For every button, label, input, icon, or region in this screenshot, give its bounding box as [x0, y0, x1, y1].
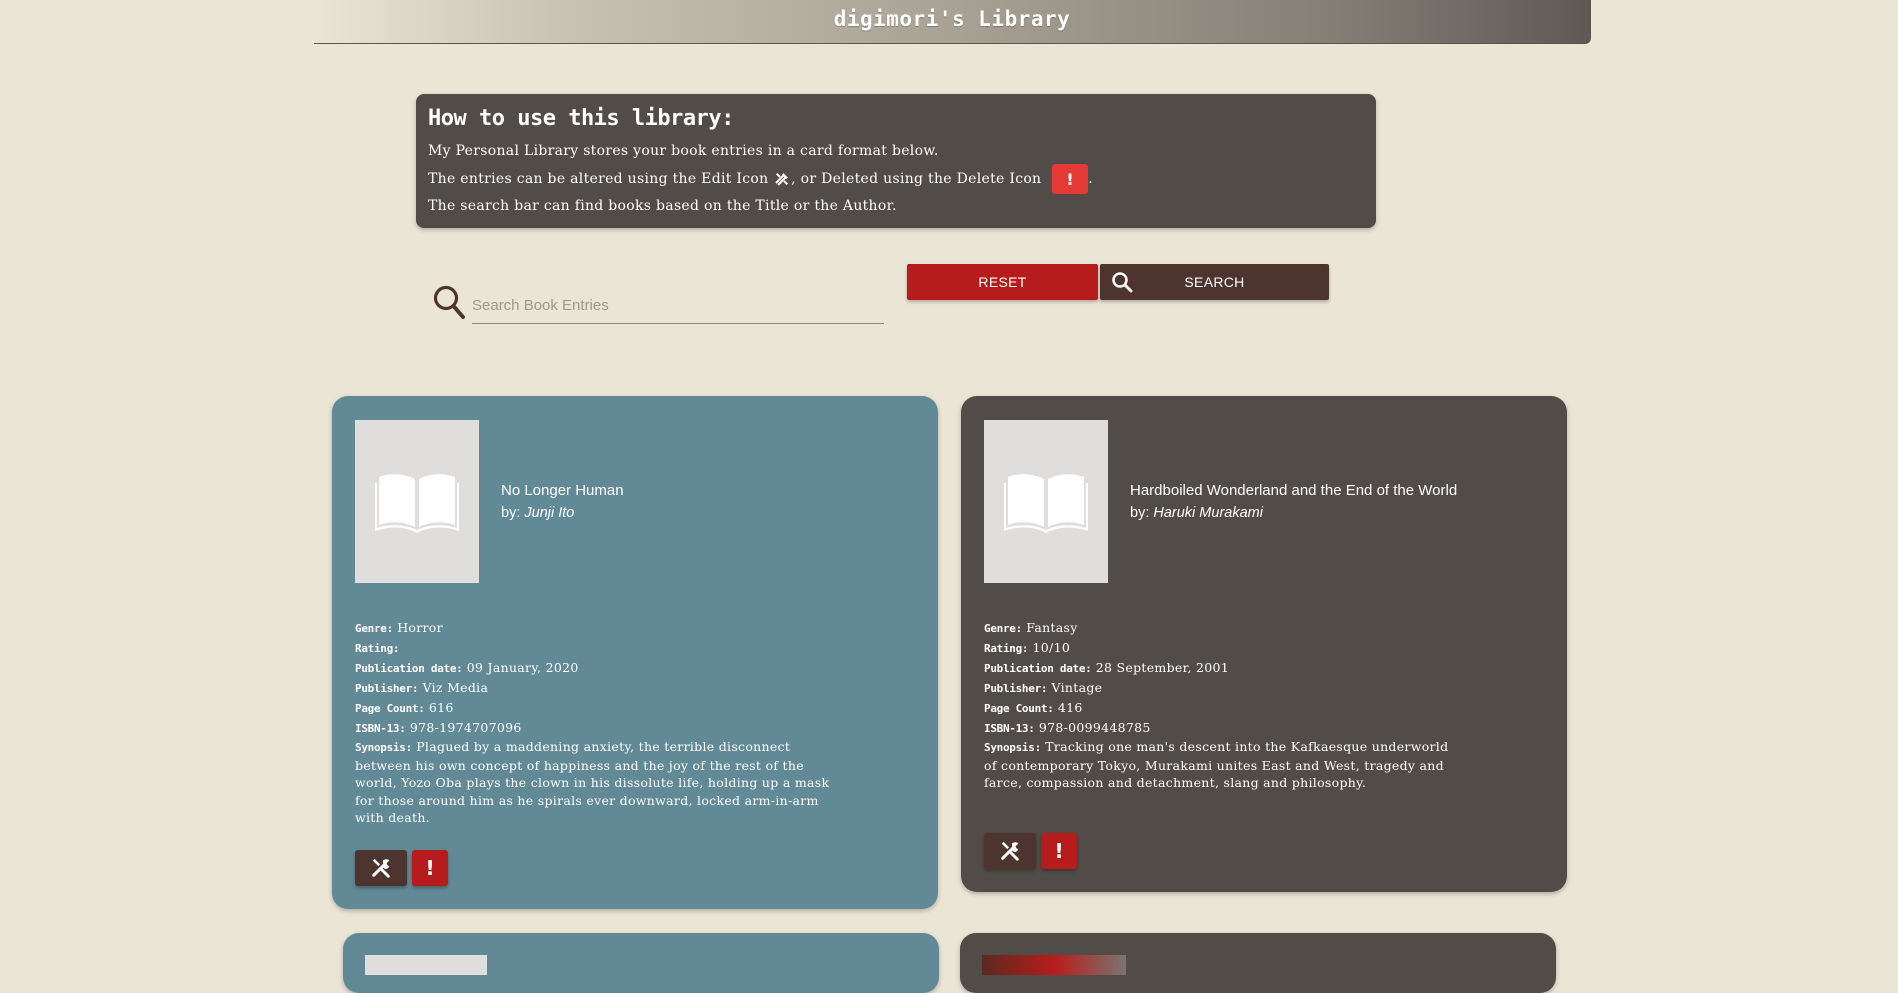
- detail-genre: Genre: Horror: [355, 618, 835, 638]
- detail-value: 09 January, 2020: [466, 660, 579, 675]
- book-details: Genre: Fantasy Rating: 10/10 Publication…: [984, 618, 1464, 792]
- book-cover: [984, 420, 1108, 583]
- exclamation-icon: !: [1054, 839, 1064, 863]
- detail-value: 416: [1057, 700, 1083, 715]
- detail-value: Vintage: [1051, 680, 1103, 695]
- detail-rating: Rating:: [355, 638, 835, 658]
- book-author: by: Haruki Murakami: [1130, 505, 1263, 521]
- detail-label: Synopsis:: [984, 741, 1041, 754]
- instructions-text: .: [1088, 170, 1093, 187]
- detail-pubdate: Publication date: 28 September, 2001: [984, 658, 1464, 678]
- site-title: digimori's Library: [833, 6, 1071, 31]
- detail-value: 28 September, 2001: [1095, 660, 1230, 675]
- search-icon: [1112, 272, 1133, 293]
- site-header: digimori's Library: [314, 0, 1591, 44]
- book-title: Hardboiled Wonderland and the End of the…: [1130, 482, 1458, 499]
- detail-value: Fantasy: [1026, 620, 1078, 635]
- instructions-heading: How to use this library:: [428, 106, 734, 131]
- detail-synopsis: Synopsis: Tracking one man's descent int…: [984, 738, 1464, 792]
- detail-value: 616: [428, 700, 454, 715]
- wrench-screwdriver-icon: [372, 858, 390, 878]
- detail-label: Page Count:: [355, 702, 425, 715]
- edit-button[interactable]: [355, 850, 407, 886]
- search-button-label: SEARCH: [1184, 274, 1245, 290]
- open-book-icon: [375, 473, 459, 533]
- search-bar: [432, 282, 884, 326]
- detail-label: Publication date:: [355, 662, 463, 675]
- book-details: Genre: Horror Rating: Publication date: …: [355, 618, 835, 827]
- book-author: by: Junji Ito: [501, 505, 574, 521]
- detail-label: Rating:: [355, 642, 400, 655]
- book-cover: [365, 955, 487, 975]
- detail-label: ISBN-13:: [355, 722, 406, 735]
- detail-publisher: Publisher: Vintage: [984, 678, 1464, 698]
- delete-icon-sample: !: [1052, 164, 1089, 194]
- detail-genre: Genre: Fantasy: [984, 618, 1464, 638]
- detail-publisher: Publisher: Viz Media: [355, 678, 835, 698]
- detail-pages: Page Count: 616: [355, 698, 835, 718]
- detail-synopsis: Synopsis: Plagued by a maddening anxiety…: [355, 738, 835, 827]
- reset-button[interactable]: RESET: [907, 264, 1098, 300]
- wrench-screwdriver-icon: [1001, 841, 1019, 861]
- detail-label: Rating:: [984, 642, 1029, 655]
- detail-label: Genre:: [984, 622, 1022, 635]
- reset-button-label: RESET: [978, 274, 1027, 290]
- delete-button[interactable]: !: [412, 850, 448, 886]
- author-name: Haruki Murakami: [1153, 505, 1263, 521]
- detail-pages: Page Count: 416: [984, 698, 1464, 718]
- detail-value: Horror: [397, 620, 443, 635]
- detail-pubdate: Publication date: 09 January, 2020: [355, 658, 835, 678]
- instructions-text: The search bar can find books based on t…: [428, 198, 897, 214]
- detail-label: Genre:: [355, 622, 393, 635]
- search-button[interactable]: SEARCH: [1100, 264, 1329, 300]
- book-card: Hardboiled Wonderland and the End of the…: [961, 396, 1567, 892]
- detail-value: Tracking one man's descent into the Kafk…: [984, 739, 1449, 790]
- book-cover: [355, 420, 479, 583]
- detail-label: Publisher:: [355, 682, 419, 695]
- detail-label: Page Count:: [984, 702, 1054, 715]
- instructions-text: , or Deleted using the Delete Icon: [791, 170, 1047, 187]
- instructions-text: The entries can be altered using the Edi…: [428, 170, 774, 187]
- detail-isbn: ISBN-13: 978-0099448785: [984, 718, 1464, 738]
- book-card: No Longer Human by: Junji Ito Genre: Hor…: [332, 396, 938, 909]
- detail-label: Publication date:: [984, 662, 1092, 675]
- author-prefix: by:: [501, 505, 525, 521]
- detail-value: Viz Media: [422, 680, 489, 695]
- book-cover: [982, 955, 1126, 975]
- detail-value: 978-1974707096: [409, 720, 522, 735]
- detail-value: 10/10: [1032, 640, 1071, 655]
- search-input[interactable]: [472, 288, 884, 324]
- book-card: [960, 933, 1556, 993]
- book-card: [343, 933, 939, 993]
- instructions-text: My Personal Library stores your book ent…: [428, 143, 939, 159]
- book-title: No Longer Human: [501, 482, 624, 499]
- instructions-line-1: My Personal Library stores your book ent…: [428, 139, 1364, 164]
- detail-isbn: ISBN-13: 978-1974707096: [355, 718, 835, 738]
- instructions-line-3: The search bar can find books based on t…: [428, 194, 1364, 219]
- detail-label: Publisher:: [984, 682, 1048, 695]
- card-actions: !: [984, 833, 1077, 869]
- detail-label: Synopsis:: [355, 741, 412, 754]
- detail-label: ISBN-13:: [984, 722, 1035, 735]
- author-prefix: by:: [1130, 505, 1154, 521]
- edit-button[interactable]: [984, 833, 1036, 869]
- card-actions: !: [355, 850, 448, 886]
- detail-value: 978-0099448785: [1038, 720, 1151, 735]
- instructions-line-2: The entries can be altered using the Edi…: [428, 164, 1364, 194]
- detail-rating: Rating: 10/10: [984, 638, 1464, 658]
- delete-button[interactable]: !: [1041, 833, 1077, 869]
- author-name: Junji Ito: [524, 505, 575, 521]
- wrench-screwdriver-icon: [775, 172, 789, 186]
- search-icon: [433, 285, 465, 319]
- detail-value: Plagued by a maddening anxiety, the terr…: [355, 739, 830, 825]
- open-book-icon: [1004, 473, 1088, 533]
- exclamation-icon: !: [425, 856, 435, 880]
- instructions-panel: How to use this library: My Personal Lib…: [416, 94, 1376, 228]
